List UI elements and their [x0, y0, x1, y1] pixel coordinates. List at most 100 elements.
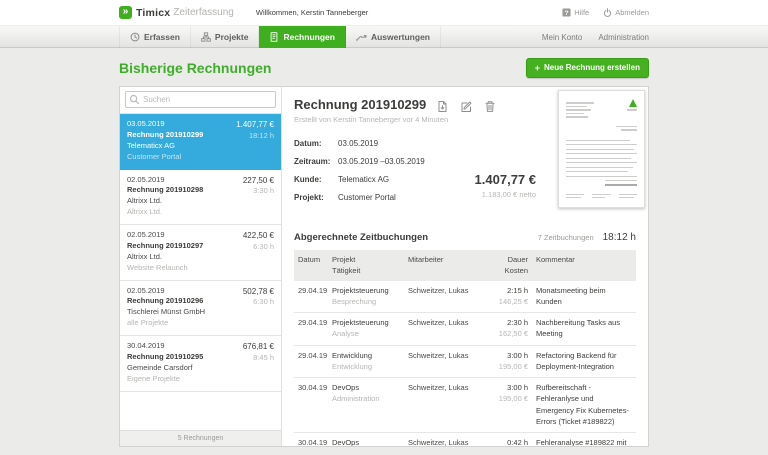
pdf-icon: [436, 100, 449, 113]
invoice-total-net: 1.183,00 € netto: [475, 190, 536, 199]
welcome-text: Willkommen, Kerstin Tanneberger: [256, 8, 368, 17]
invoice-item-project: Website Relaunch: [127, 263, 274, 274]
booking-duration: 3:00 h: [486, 382, 528, 393]
tab-auswertungen-label: Auswertungen: [371, 32, 430, 42]
tab-auswertungen[interactable]: Auswertungen: [346, 26, 441, 48]
booking-employee: Schweitzer, Lukas: [408, 285, 486, 308]
booking-duration-cost: 2:30 h 162,50 €: [486, 317, 528, 340]
booking-employee: Schweitzer, Lukas: [408, 382, 486, 427]
booking-comment: Refactoring Backend für Deployment-Integ…: [528, 350, 632, 373]
booking-duration: 2:15 h: [486, 285, 528, 296]
booking-activity: Analyse: [332, 328, 408, 339]
invoice-total-gross: 1.407,77 €: [475, 172, 536, 187]
help-icon: ?: [562, 8, 571, 17]
booking-duration-cost: 3:00 h 195,00 €: [486, 350, 528, 373]
invoice-item-hours: 3:30 h: [243, 186, 274, 197]
thumb-address-lines: [566, 99, 596, 120]
tab-projekte[interactable]: Projekte: [191, 26, 260, 48]
logout-label: Abmelden: [615, 8, 649, 17]
main-navigation: Erfassen Projekte Rechnungen Auswertunge…: [0, 25, 768, 48]
invoice-list-item[interactable]: 02.05.2019 Rechnung 201910296 Tischlerei…: [120, 281, 281, 337]
invoice-item-amount: 422,50 €: [243, 230, 274, 242]
bookings-table: Datum Projekt Tätigkeit Mitarbeiter Daue…: [294, 250, 636, 446]
invoice-item-amount: 227,50 €: [243, 175, 274, 187]
logout-link[interactable]: Abmelden: [603, 8, 649, 17]
new-invoice-button-label: Neue Rechnung erstellen: [544, 63, 640, 72]
page-title: Bisherige Rechnungen: [119, 60, 271, 76]
invoice-item-amount: 502,78 €: [243, 286, 274, 298]
plus-icon: +: [535, 65, 540, 71]
thumb-meta-lines: [566, 126, 637, 133]
field-value-zeitraum: 03.05.2019 –03.05.2019: [338, 157, 425, 166]
timicx-logo-icon: »: [119, 6, 132, 19]
booking-duration: 2:30 h: [486, 317, 528, 328]
field-label-projekt: Projekt:: [294, 193, 338, 202]
invoice-thumbnail[interactable]: [558, 90, 645, 208]
booking-project: DevOps: [332, 437, 408, 446]
search-icon: [129, 94, 140, 105]
tab-erfassen[interactable]: Erfassen: [119, 26, 191, 48]
download-pdf-button[interactable]: [436, 100, 449, 113]
invoice-list-item[interactable]: 03.05.2019 Rechnung 201910299 Telematicx…: [120, 114, 281, 170]
col-projekt-taetigkeit: Projekt Tätigkeit: [332, 254, 408, 277]
invoice-item-project: Altrixx Ltd.: [127, 207, 274, 218]
field-value-datum: 03.05.2019: [338, 139, 378, 148]
invoice-list-item[interactable]: 02.05.2019 Rechnung 201910297 Altrixx Lt…: [120, 225, 281, 281]
edit-invoice-button[interactable]: [460, 100, 473, 113]
invoice-list-item[interactable]: 30.04.2019 Rechnung 201910295 Gemeinde C…: [120, 336, 281, 392]
invoice-item-project: Customer Portal: [127, 152, 274, 163]
booking-project: Projektsteuerung: [332, 317, 408, 328]
booking-row: 29.04.19 Projektsteuerung Analyse Schwei…: [294, 313, 636, 346]
chart-icon: [356, 32, 367, 42]
booking-duration: 0:42 h: [486, 437, 528, 446]
delete-invoice-button[interactable]: [484, 100, 496, 113]
invoice-item-hours: 6:30 h: [243, 297, 274, 308]
booking-row: 30.04.19 DevOps Administration Schweitze…: [294, 378, 636, 433]
svg-text:?: ?: [565, 10, 569, 17]
tab-rechnungen[interactable]: Rechnungen: [259, 26, 345, 48]
booking-project: Entwicklung: [332, 350, 408, 361]
booking-employee: Schweitzer, Lukas: [408, 350, 486, 373]
invoice-item-hours: 8:45 h: [243, 353, 274, 364]
invoice-list: 03.05.2019 Rechnung 201910299 Telematicx…: [120, 114, 281, 430]
new-invoice-button[interactable]: + Neue Rechnung erstellen: [526, 58, 649, 78]
sitemap-icon: [201, 32, 211, 42]
tab-erfassen-label: Erfassen: [144, 32, 180, 42]
invoice-item-amount: 676,81 €: [243, 341, 274, 353]
col-dauer-kosten: Dauer Kosten: [486, 254, 528, 277]
top-header-bar: » Timicx Zeiterfassung Willkommen, Kerst…: [0, 0, 768, 25]
booking-duration-cost: 0:42 h 45,50 €: [486, 437, 528, 446]
booking-project-activity: DevOps Besprechung: [332, 437, 408, 446]
field-label-datum: Datum:: [294, 139, 338, 148]
search-input[interactable]: [125, 91, 276, 108]
invoice-count-footer: 5 Rechnungen: [120, 430, 281, 446]
booking-cost: 162,50 €: [486, 328, 528, 339]
clock-icon: [130, 32, 140, 42]
brand-name: Timicx: [136, 7, 170, 19]
invoice-item-hours: 18:12 h: [236, 131, 274, 142]
booking-project-activity: Entwicklung Entwicklung: [332, 350, 408, 373]
invoice-list-item[interactable]: 02.05.2019 Rechnung 201910298 Altrixx Lt…: [120, 170, 281, 226]
booking-activity: Besprechung: [332, 296, 408, 307]
col-datum: Datum: [298, 254, 332, 277]
booking-project: DevOps: [332, 382, 408, 393]
bookings-section-title: Abgerechnete Zeitbuchungen: [294, 232, 428, 243]
power-icon: [603, 8, 612, 17]
nav-mein-konto[interactable]: Mein Konto: [542, 33, 582, 42]
booking-project-activity: Projektsteuerung Besprechung: [332, 285, 408, 308]
invoice-item-customer: Telematicx AG: [127, 141, 274, 152]
help-link[interactable]: ? Hilfe: [562, 8, 589, 17]
booking-project-activity: Projektsteuerung Analyse: [332, 317, 408, 340]
invoice-item-hours: 6:30 h: [243, 242, 274, 253]
booking-date: 30.04.19: [298, 382, 332, 427]
bookings-count: 7 Zeitbuchungen: [538, 233, 594, 242]
invoice-item-project: alle Projekte: [127, 318, 274, 329]
booking-date: 29.04.19: [298, 317, 332, 340]
tab-projekte-label: Projekte: [215, 32, 249, 42]
booking-project: Projektsteuerung: [332, 285, 408, 296]
booking-date: 29.04.19: [298, 350, 332, 373]
nav-administration[interactable]: Administration: [598, 33, 649, 42]
invoice-item-amount: 1.407,77 €: [236, 119, 274, 131]
tab-rechnungen-label: Rechnungen: [283, 32, 334, 42]
field-value-projekt: Customer Portal: [338, 193, 396, 202]
